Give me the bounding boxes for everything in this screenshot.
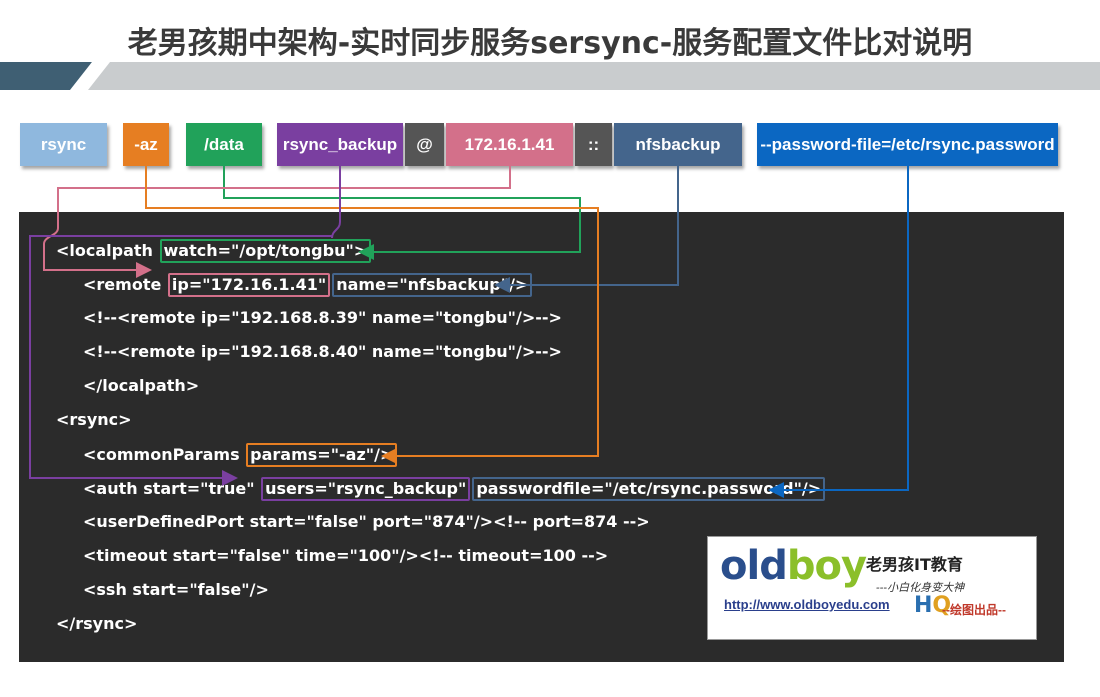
- code-line-rsync-close: </rsync>: [56, 614, 138, 633]
- logo-cn-name: 老男孩IT教育: [866, 555, 963, 574]
- highlight-passwordfile: passwordfile="/etc/rsync.password"/>: [472, 477, 826, 501]
- token-nfsbackup: nfsbackup: [614, 123, 742, 166]
- code-line-comment-2: <!--<remote ip="192.168.8.40" name="tong…: [83, 342, 562, 361]
- highlight-watch: watch="/opt/tongbu">: [159, 239, 372, 263]
- highlight-name: name="nfsbackup"/>: [332, 273, 533, 297]
- token-at: @: [405, 123, 444, 166]
- highlight-ip: ip="172.16.1.41": [167, 273, 331, 297]
- code-line-localpath-close: </localpath>: [83, 376, 200, 395]
- highlight-users: users="rsync_backup": [261, 477, 471, 501]
- title-divider-bar: [0, 62, 1100, 90]
- code-line-remote: <remote ip="172.16.1.41" name="nfsbackup"…: [83, 273, 533, 297]
- logo-old: old: [720, 543, 788, 589]
- token-ip: 172.16.1.41: [446, 123, 573, 166]
- oldboy-logo: oldboy 老男孩IT教育 ---小白化身变大神 http://www.old…: [707, 536, 1037, 640]
- token-data: /data: [186, 123, 262, 166]
- code-text: <commonParams: [83, 445, 246, 464]
- code-line-comment-1: <!--<remote ip="192.168.8.39" name="tong…: [83, 308, 562, 327]
- code-text: <remote: [83, 275, 167, 294]
- token-rsync-backup: rsync_backup: [277, 123, 403, 166]
- logo-credit: --绘图出品--: [942, 603, 1006, 617]
- code-line-localpath: <localpath watch="/opt/tongbu">: [56, 239, 372, 263]
- code-line-ssh: <ssh start="false"/>: [83, 580, 269, 599]
- code-line-timeout: <timeout start="false" time="100"/><!-- …: [83, 546, 609, 565]
- code-line-auth: <auth start="true" users="rsync_backup" p…: [83, 477, 826, 501]
- token-password-file: --password-file=/etc/rsync.password: [757, 123, 1058, 166]
- hq-h: H: [914, 593, 933, 618]
- logo-wordmark: oldboy: [720, 543, 867, 589]
- code-line-user-port: <userDefinedPort start="false" port="874…: [83, 512, 650, 531]
- logo-url-link[interactable]: http://www.oldboyedu.com: [724, 597, 890, 612]
- token-double-colon: ::: [575, 123, 612, 166]
- page-title: 老男孩期中架构-实时同步服务sersync-服务配置文件比对说明: [127, 26, 973, 61]
- code-line-rsync: <rsync>: [56, 410, 132, 429]
- token-az: -az: [123, 123, 169, 166]
- code-line-common-params: <commonParams params="-az"/>: [83, 443, 398, 467]
- highlight-params: params="-az"/>: [246, 443, 398, 467]
- logo-boy: boy: [786, 543, 867, 589]
- code-text: <auth start="true": [83, 479, 261, 498]
- code-text: <localpath: [56, 241, 159, 260]
- token-rsync: rsync: [20, 123, 107, 166]
